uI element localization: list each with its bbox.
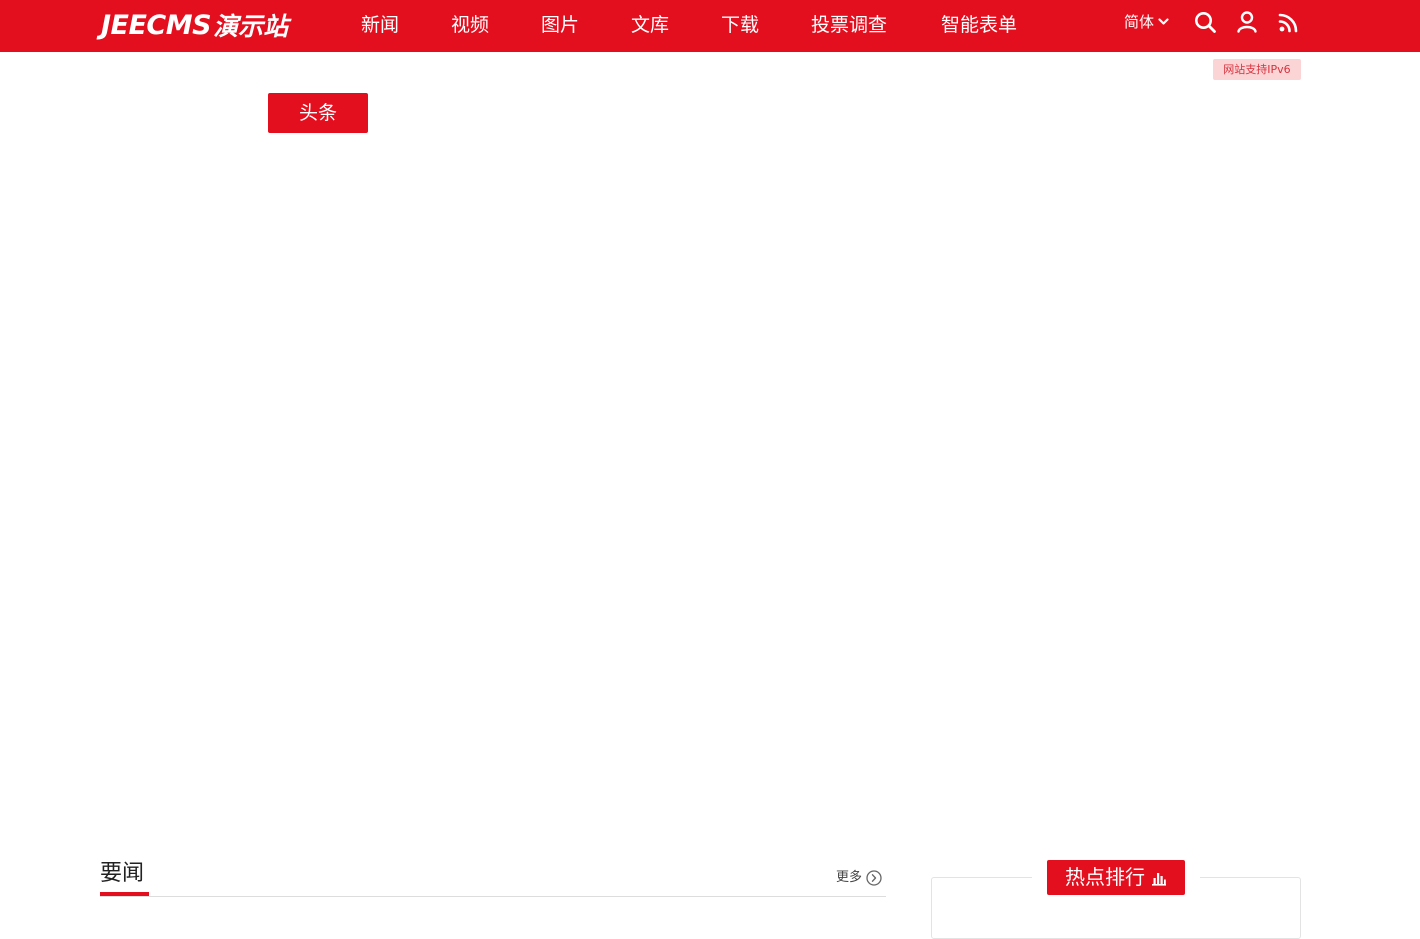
site-logo[interactable]: JEECMS 演示站 — [101, 6, 288, 44]
nav-item-images[interactable]: 图片 — [541, 10, 579, 40]
news-section-title: 要闻 — [100, 861, 145, 886]
logo-text-cn: 演示站 — [213, 12, 289, 41]
more-label: 更多 — [836, 870, 863, 885]
hot-ranking-title-text: 热点排行 — [1065, 865, 1145, 889]
nav-item-survey[interactable]: 投票调查 — [811, 10, 887, 40]
language-label: 简体 — [1124, 13, 1155, 31]
search-icon[interactable] — [1193, 10, 1217, 34]
top-navigation-bar: JEECMS 演示站 新闻 视频 图片 文库 下载 投票调查 智能表单 简体 — [0, 0, 1420, 52]
nav-item-news[interactable]: 新闻 — [361, 10, 399, 40]
rss-icon[interactable] — [1277, 10, 1301, 34]
news-section-divider — [100, 896, 886, 897]
chevron-down-icon — [1158, 18, 1169, 25]
nav-item-video[interactable]: 视频 — [451, 10, 489, 40]
ipv6-support-badge: 网站支持IPv6 — [1213, 59, 1301, 80]
nav-item-library[interactable]: 文库 — [631, 10, 669, 40]
nav-item-download[interactable]: 下载 — [721, 10, 759, 40]
nav-item-smart-form[interactable]: 智能表单 — [941, 10, 1017, 40]
news-more-link[interactable]: 更多 — [836, 868, 882, 888]
user-icon[interactable] — [1235, 10, 1259, 34]
language-selector[interactable]: 简体 — [1124, 9, 1169, 35]
chevron-right-circle-icon — [866, 870, 882, 886]
bar-chart-icon — [1152, 872, 1166, 886]
hot-ranking-title: 热点排行 — [1047, 860, 1185, 895]
logo-text-en: JEECMS — [101, 9, 212, 41]
headline-button[interactable]: 头条 — [268, 93, 368, 133]
